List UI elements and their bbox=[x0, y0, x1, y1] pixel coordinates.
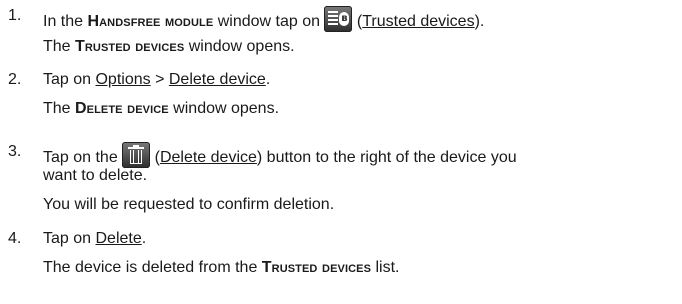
step-3-text: Tap on the bbox=[43, 149, 123, 166]
trash-icon bbox=[122, 142, 151, 168]
window-name-trusted-devices-list: Trusted devices bbox=[261, 259, 372, 276]
step-4-number: 4. bbox=[8, 230, 22, 247]
step-1-text-middle: window tap on bbox=[213, 13, 325, 30]
step-2-text: Tap on bbox=[43, 71, 96, 88]
step-4-result-suffix: list. bbox=[371, 259, 400, 276]
step-4-text-after: . bbox=[141, 230, 147, 247]
window-name-handsfree-module: Handsfree module bbox=[87, 13, 214, 30]
step-2-text-after: . bbox=[265, 71, 271, 88]
step-2-result: The Delete device window opens. bbox=[43, 99, 279, 121]
step-1-number: 1. bbox=[8, 7, 22, 24]
step-1-paren-close: ). bbox=[474, 13, 485, 30]
step-2-instruction: Tap on Options > Delete device. bbox=[43, 70, 270, 92]
step-1-paren-open: ( bbox=[352, 13, 363, 30]
trusted-devices-icon: ʙ bbox=[324, 6, 353, 32]
step-2-result-prefix: The bbox=[43, 100, 76, 117]
link-trusted-devices[interactable]: Trusted devices bbox=[362, 13, 474, 30]
step-3-number: 3. bbox=[8, 143, 22, 160]
step-1-result: The Trusted devices window opens. bbox=[43, 37, 295, 59]
step-1-result-prefix: The bbox=[43, 38, 76, 55]
instruction-document: 1. In the Handsfree module window tap on… bbox=[0, 0, 682, 304]
step-4-result: The device is deleted from the Trusted d… bbox=[43, 258, 399, 280]
step-2-separator: > bbox=[150, 71, 169, 88]
link-delete[interactable]: Delete bbox=[95, 230, 141, 247]
step-3-instruction: Tap on the (Delete device) button to the… bbox=[43, 142, 517, 168]
step-3-paren-open: ( bbox=[150, 149, 160, 166]
step-1-instruction: In the Handsfree module window tap on ʙ … bbox=[43, 6, 485, 32]
step-1-result-suffix: window opens. bbox=[184, 38, 295, 55]
step-4-instruction: Tap on Delete. bbox=[43, 229, 146, 251]
link-options[interactable]: Options bbox=[95, 71, 150, 88]
link-delete-device[interactable]: Delete device bbox=[169, 71, 266, 88]
step-3-result: You will be requested to confirm deletio… bbox=[43, 196, 335, 213]
step-4-text: Tap on bbox=[43, 230, 96, 247]
window-name-trusted-devices: Trusted devices bbox=[75, 38, 185, 55]
step-2-number: 2. bbox=[8, 71, 22, 88]
step-1-text: In the bbox=[43, 13, 88, 30]
window-name-delete-device: Delete device bbox=[75, 100, 169, 117]
link-delete-device-button[interactable]: Delete device bbox=[160, 149, 257, 166]
step-3-text-after: button to the right of the device you bbox=[262, 149, 517, 166]
step-2-result-suffix: window opens. bbox=[168, 100, 280, 117]
step-4-result-prefix: The device is deleted from the bbox=[43, 259, 262, 276]
step-3-continuation: want to delete. bbox=[43, 167, 148, 184]
